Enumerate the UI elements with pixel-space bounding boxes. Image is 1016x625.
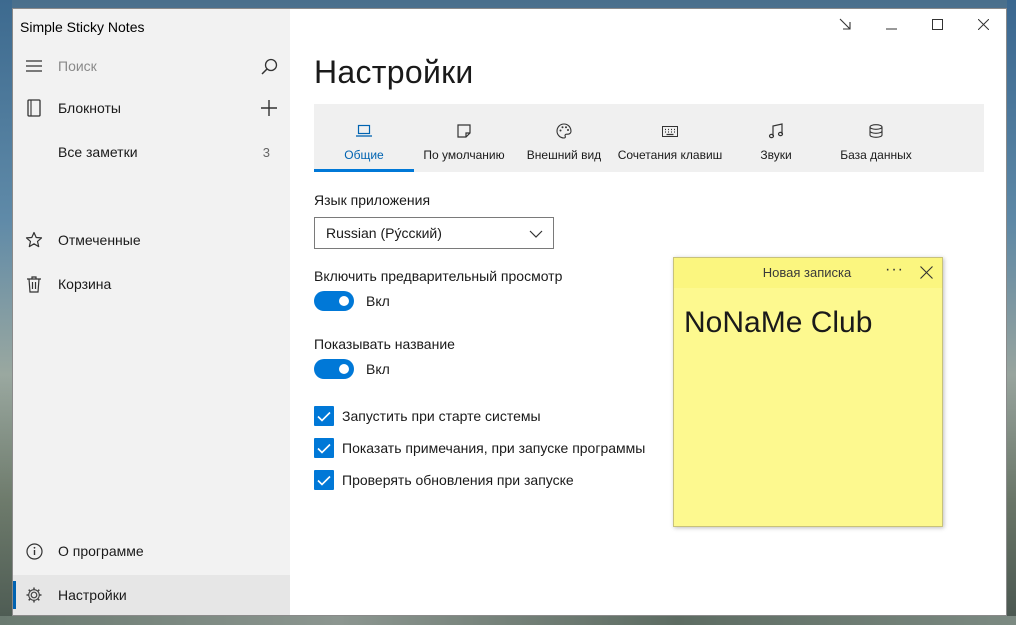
sidebar: Simple Sticky Notes Поиск Блокноты Все з… <box>13 9 290 615</box>
checkmark-icon <box>317 411 331 422</box>
tab-defaults[interactable]: По умолчанию <box>414 104 514 172</box>
sidebar-item-starred[interactable]: Отмеченные <box>13 220 290 260</box>
sidebar-item-about[interactable]: О программе <box>13 531 290 571</box>
sidebar-item-label: Блокноты <box>58 100 121 116</box>
autostart-checkbox[interactable] <box>314 406 334 426</box>
compact-overlay-button[interactable] <box>822 9 868 43</box>
keyboard-icon <box>662 122 678 140</box>
show-notes-on-start-checkbox[interactable] <box>314 438 334 458</box>
sidebar-item-settings[interactable]: Настройки <box>13 575 290 615</box>
language-select[interactable]: Russian (Ру́сский) <box>314 217 554 249</box>
tab-label: Внешний вид <box>526 148 602 162</box>
note-title-bar[interactable]: Новая записка ··· <box>674 258 942 288</box>
sidebar-item-trash[interactable]: Корзина <box>13 264 290 304</box>
autostart-label: Запустить при старте системы <box>342 408 541 424</box>
hamburger-menu-icon[interactable] <box>25 57 43 75</box>
more-options-icon[interactable]: ··· <box>885 261 904 279</box>
laptop-icon <box>356 122 372 140</box>
language-select-value: Russian (Ру́сский) <box>326 225 442 241</box>
tab-general[interactable]: Общие <box>314 104 414 172</box>
notebook-icon <box>25 99 43 117</box>
gear-icon <box>25 586 43 604</box>
toggle-knob <box>339 364 349 374</box>
sidebar-item-label: О программе <box>58 543 144 559</box>
preview-label: Включить предварительный просмотр <box>314 268 563 284</box>
palette-icon <box>556 122 572 140</box>
window-controls <box>822 9 1006 43</box>
app-window: Simple Sticky Notes Поиск Блокноты Все з… <box>12 8 1007 616</box>
tab-shortcuts[interactable]: Сочетания клавиш <box>614 104 726 172</box>
language-label: Язык приложения <box>314 192 431 208</box>
sidebar-item-all-notes[interactable]: Все заметки 3 <box>13 132 290 172</box>
tab-label: Общие <box>344 148 384 162</box>
minimize-button[interactable] <box>868 9 914 43</box>
check-updates-label: Проверять обновления при запуске <box>342 472 574 488</box>
tab-appearance[interactable]: Внешний вид <box>514 104 614 172</box>
tab-label: Сочетания клавиш <box>617 148 723 162</box>
tab-database[interactable]: База данных <box>826 104 926 172</box>
tab-label: По умолчанию <box>423 148 505 162</box>
maximize-button[interactable] <box>914 9 960 43</box>
maximize-icon <box>931 17 943 35</box>
preview-toggle-state: Вкл <box>366 293 390 309</box>
app-title: Simple Sticky Notes <box>20 19 145 35</box>
trash-icon <box>25 275 43 293</box>
show-name-label: Показывать название <box>314 336 455 352</box>
info-icon <box>25 542 43 560</box>
desktop-background-left <box>0 0 12 625</box>
settings-tabs: Общие По умолчанию Внешний вид Сочетания… <box>314 104 984 172</box>
arrow-down-right-icon <box>839 17 851 35</box>
notes-count-badge: 3 <box>262 144 270 160</box>
toggle-knob <box>339 296 349 306</box>
page-title: Настройки <box>314 54 474 90</box>
close-note-icon[interactable] <box>920 266 934 280</box>
check-updates-checkbox[interactable] <box>314 470 334 490</box>
tab-sounds[interactable]: Звуки <box>726 104 826 172</box>
sticky-note[interactable]: Новая записка ··· NoNaMe Club <box>673 257 943 527</box>
sidebar-item-label: Корзина <box>58 276 112 292</box>
database-icon <box>869 122 883 140</box>
desktop-background-bottom <box>0 616 1016 625</box>
checkmark-icon <box>317 475 331 486</box>
star-icon <box>25 231 43 249</box>
show-name-toggle[interactable] <box>314 359 354 379</box>
tab-label: Звуки <box>760 148 792 162</box>
sidebar-item-notebooks[interactable]: Блокноты <box>13 88 290 128</box>
desktop-background-right <box>1007 0 1016 625</box>
music-icon <box>768 122 784 140</box>
add-notebook-icon[interactable] <box>260 99 278 117</box>
close-button[interactable] <box>960 9 1006 43</box>
sidebar-item-label: Настройки <box>58 587 127 603</box>
preview-toggle[interactable] <box>314 291 354 311</box>
show-notes-on-start-label: Показать примечания, при запуске програм… <box>342 440 646 456</box>
search-icon[interactable] <box>260 57 278 75</box>
sidebar-item-label: Все заметки <box>58 144 138 160</box>
search-input[interactable]: Поиск <box>58 58 97 74</box>
checkmark-icon <box>317 443 331 454</box>
show-name-toggle-state: Вкл <box>366 361 390 377</box>
tab-label: База данных <box>840 148 912 162</box>
close-icon <box>977 17 989 35</box>
chevron-down-icon <box>529 227 543 241</box>
note-icon <box>457 122 471 140</box>
minimize-icon <box>885 17 897 35</box>
note-content[interactable]: NoNaMe Club <box>684 306 872 340</box>
search-box[interactable]: Поиск <box>13 46 290 86</box>
sidebar-item-label: Отмеченные <box>58 232 141 248</box>
